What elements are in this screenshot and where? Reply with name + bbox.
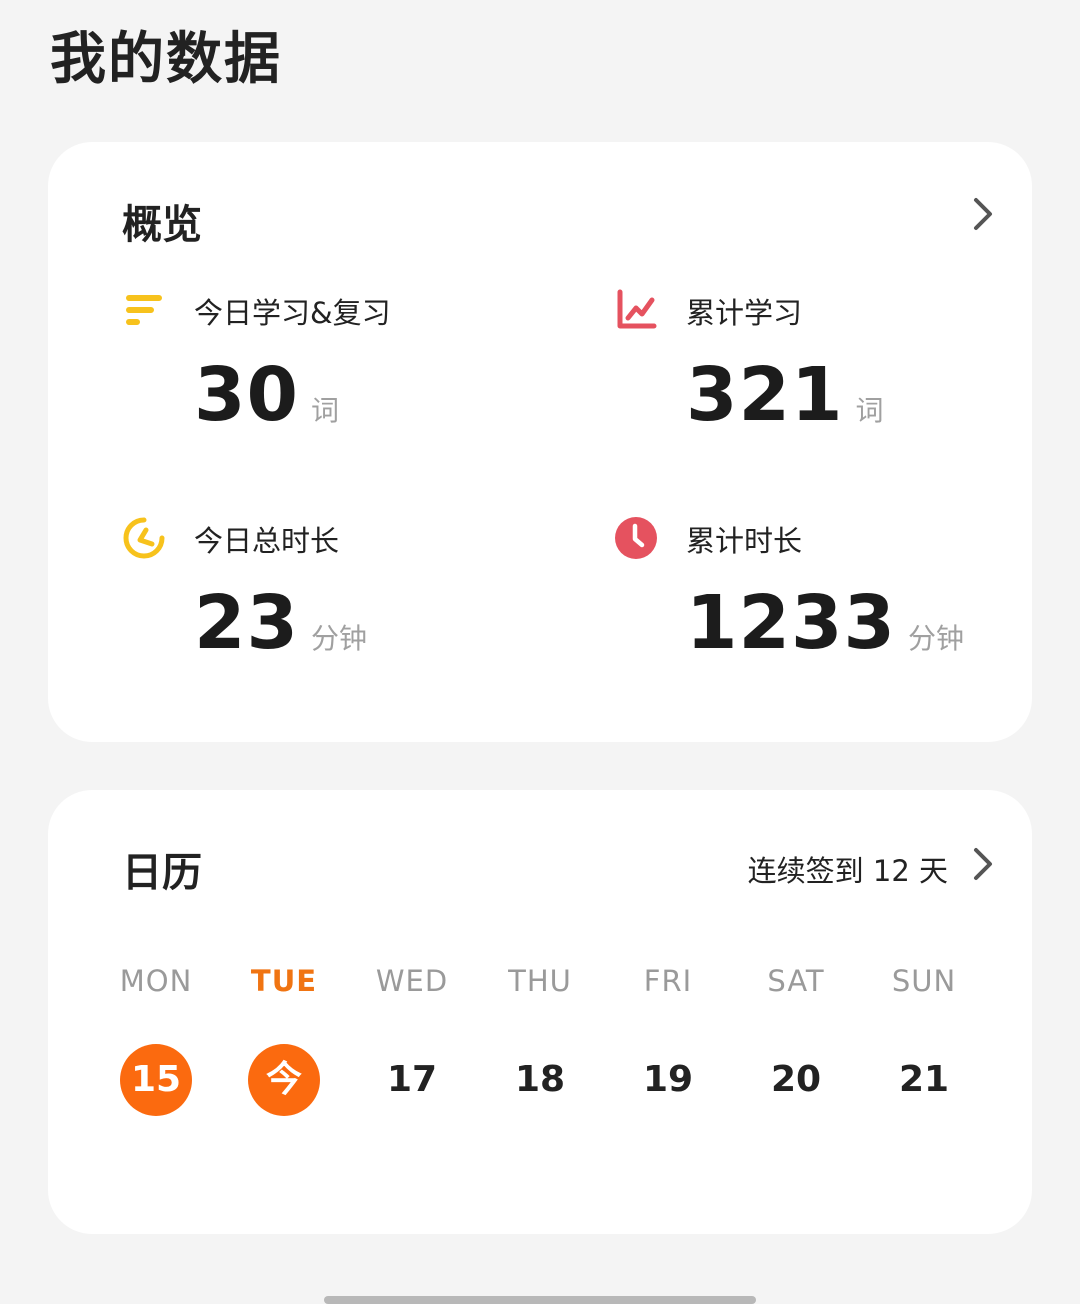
date-cell-18[interactable]: 18: [476, 1044, 604, 1116]
stat-unit: 词: [855, 394, 884, 427]
weekday-thu: THU: [508, 964, 572, 998]
bars-icon: [126, 295, 162, 325]
date-cell-today[interactable]: 今: [220, 1044, 348, 1116]
stat-unit: 分钟: [907, 622, 964, 655]
stat-unit: 词: [310, 394, 339, 427]
home-indicator[interactable]: [324, 1296, 756, 1304]
stat-value: 30: [194, 352, 299, 438]
stat-total-study: 累计学习 321 词: [614, 288, 1054, 468]
chevron-right-icon[interactable]: [970, 194, 996, 234]
stat-value: 23: [194, 580, 299, 666]
calendar-card[interactable]: 日历 连续签到 12 天 MON TUE WED THU FRI SAT SUN…: [48, 790, 1032, 1234]
stat-label: 今日总时长: [194, 524, 340, 558]
page-title: 我的数据: [50, 27, 282, 92]
stat-today-study: 今日学习&复习 30 词: [122, 288, 562, 468]
stat-unit: 分钟: [310, 622, 367, 655]
date-label: 15: [120, 1044, 192, 1116]
date-cell-15[interactable]: 15: [92, 1044, 220, 1116]
date-cell-21[interactable]: 21: [860, 1044, 988, 1116]
stat-label: 今日学习&复习: [194, 296, 391, 330]
overview-card[interactable]: 概览 今日学习&复习 30 词 累计学习 321 词 今日总时长 23 分钟 累…: [48, 142, 1032, 742]
clock-icon: [615, 517, 657, 559]
weekday-fri: FRI: [643, 964, 693, 998]
date-cell-19[interactable]: 19: [604, 1044, 732, 1116]
weekday-sun: SUN: [891, 964, 957, 998]
stat-value: 321: [686, 352, 844, 438]
stat-total-duration: 累计时长 1233 分钟: [614, 516, 1054, 696]
stat-value: 1233: [686, 580, 896, 666]
date-row: 15 今 17 18 19 20 21: [92, 1044, 988, 1116]
stat-today-duration: 今日总时长 23 分钟: [122, 516, 562, 696]
chevron-right-icon[interactable]: [970, 844, 996, 884]
weekday-wed: WED: [375, 964, 449, 998]
weekday-tue: TUE: [250, 964, 318, 998]
stat-label: 累计学习: [686, 296, 803, 330]
weekday-sat: SAT: [767, 964, 825, 998]
date-cell-20[interactable]: 20: [732, 1044, 860, 1116]
overview-title: 概览: [122, 202, 202, 248]
timer-icon: [123, 517, 165, 559]
line-chart-icon: [617, 289, 657, 329]
calendar-title: 日历: [122, 850, 202, 896]
weekday-mon: MON: [119, 964, 193, 998]
streak-text[interactable]: 连续签到 12 天: [748, 848, 948, 890]
date-label: 今: [248, 1044, 320, 1116]
stat-label: 累计时长: [686, 524, 803, 558]
date-cell-17[interactable]: 17: [348, 1044, 476, 1116]
